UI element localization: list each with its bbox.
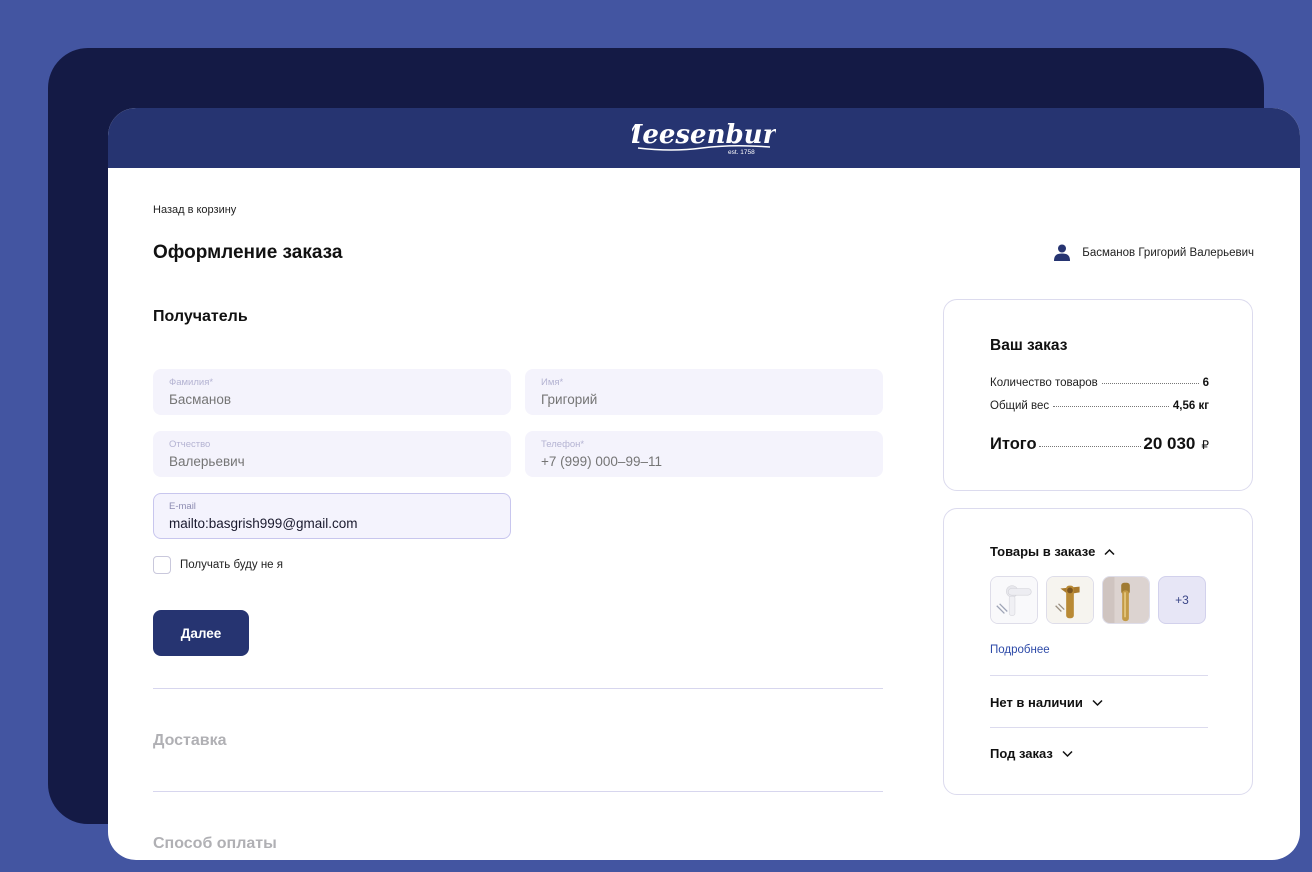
last-name-field[interactable]: Фамилия* bbox=[153, 369, 511, 415]
section-divider bbox=[153, 688, 883, 689]
page-title: Оформление заказа bbox=[153, 242, 343, 263]
not-me-checkbox[interactable] bbox=[153, 556, 171, 574]
app-screen: Meesenburg est. 1758 Назад в корзину Офо… bbox=[108, 108, 1300, 860]
header-bar: Meesenburg est. 1758 bbox=[108, 108, 1300, 168]
recipient-section-title: Получатель bbox=[153, 308, 248, 325]
patronymic-input[interactable] bbox=[169, 454, 495, 469]
items-accordion-title: Товары в заказе bbox=[990, 544, 1096, 559]
user-profile[interactable]: Басманов Григорий Валерьевич bbox=[1054, 244, 1254, 261]
user-icon bbox=[1054, 244, 1071, 261]
patronymic-label: Отчество bbox=[169, 439, 211, 450]
out-of-stock-title: Нет в наличии bbox=[990, 695, 1083, 710]
email-label: E-mail bbox=[169, 501, 196, 512]
card-divider bbox=[990, 727, 1208, 728]
out-of-stock-accordion-header[interactable]: Нет в наличии bbox=[990, 695, 1103, 710]
order-items-card: Товары в заказе +3 Подробнее Нет в налич… bbox=[943, 508, 1253, 795]
total-row: Итого 20 030 ₽ bbox=[990, 434, 1209, 454]
item-count-value: 6 bbox=[1202, 377, 1209, 389]
items-accordion-header[interactable]: Товары в заказе bbox=[990, 544, 1115, 559]
not-me-label: Получать буду не я bbox=[180, 559, 283, 571]
back-to-cart-link[interactable]: Назад в корзину bbox=[153, 204, 236, 216]
brand-logo[interactable]: Meesenburg est. 1758 bbox=[613, 116, 795, 156]
item-count-label: Количество товаров bbox=[990, 377, 1098, 389]
email-field[interactable]: E-mail bbox=[153, 493, 511, 539]
weight-row: Общий вес 4,56 кг bbox=[990, 400, 1209, 412]
last-name-input[interactable] bbox=[169, 392, 495, 407]
phone-input[interactable] bbox=[541, 454, 867, 469]
chevron-down-icon bbox=[1062, 750, 1073, 757]
first-name-field[interactable]: Имя* bbox=[525, 369, 883, 415]
more-products-badge[interactable]: +3 bbox=[1158, 576, 1206, 624]
next-button[interactable]: Далее bbox=[153, 610, 249, 656]
card-divider bbox=[990, 675, 1208, 676]
order-summary-card: Ваш заказ Количество товаров 6 Общий вес… bbox=[943, 299, 1253, 491]
product-thumbnail-bronze-handle[interactable] bbox=[1046, 576, 1094, 624]
delivery-section-title[interactable]: Доставка bbox=[153, 732, 227, 750]
details-link[interactable]: Подробнее bbox=[990, 644, 1050, 656]
first-name-label: Имя* bbox=[541, 377, 564, 388]
device-frame: Meesenburg est. 1758 Назад в корзину Офо… bbox=[48, 48, 1300, 860]
phone-label: Телефон* bbox=[541, 439, 585, 450]
order-summary-title: Ваш заказ bbox=[990, 337, 1068, 354]
pre-order-title: Под заказ bbox=[990, 746, 1053, 761]
chevron-up-icon bbox=[1104, 548, 1115, 555]
pre-order-accordion-header[interactable]: Под заказ bbox=[990, 746, 1073, 761]
first-name-input[interactable] bbox=[541, 392, 867, 407]
total-label: Итого bbox=[990, 435, 1037, 453]
patronymic-field[interactable]: Отчество bbox=[153, 431, 511, 477]
user-name: Басманов Григорий Валерьевич bbox=[1082, 246, 1254, 259]
item-count-row: Количество товаров 6 bbox=[990, 377, 1209, 389]
section-divider bbox=[153, 791, 883, 792]
total-value: 20 030 bbox=[1143, 434, 1196, 453]
currency-symbol: ₽ bbox=[1201, 438, 1209, 452]
payment-section-title[interactable]: Способ оплаты bbox=[153, 835, 277, 853]
product-thumbnail-gold-handle[interactable] bbox=[1102, 576, 1150, 624]
phone-field[interactable]: Телефон* bbox=[525, 431, 883, 477]
product-thumbnail-white-handle[interactable] bbox=[990, 576, 1038, 624]
svg-text:est. 1758: est. 1758 bbox=[728, 149, 755, 156]
email-input[interactable] bbox=[169, 516, 495, 531]
weight-label: Общий вес bbox=[990, 400, 1050, 412]
weight-value: 4,56 кг bbox=[1172, 400, 1209, 412]
chevron-down-icon bbox=[1092, 699, 1103, 706]
not-me-checkbox-row[interactable]: Получать буду не я bbox=[153, 556, 283, 574]
last-name-label: Фамилия* bbox=[169, 377, 214, 388]
